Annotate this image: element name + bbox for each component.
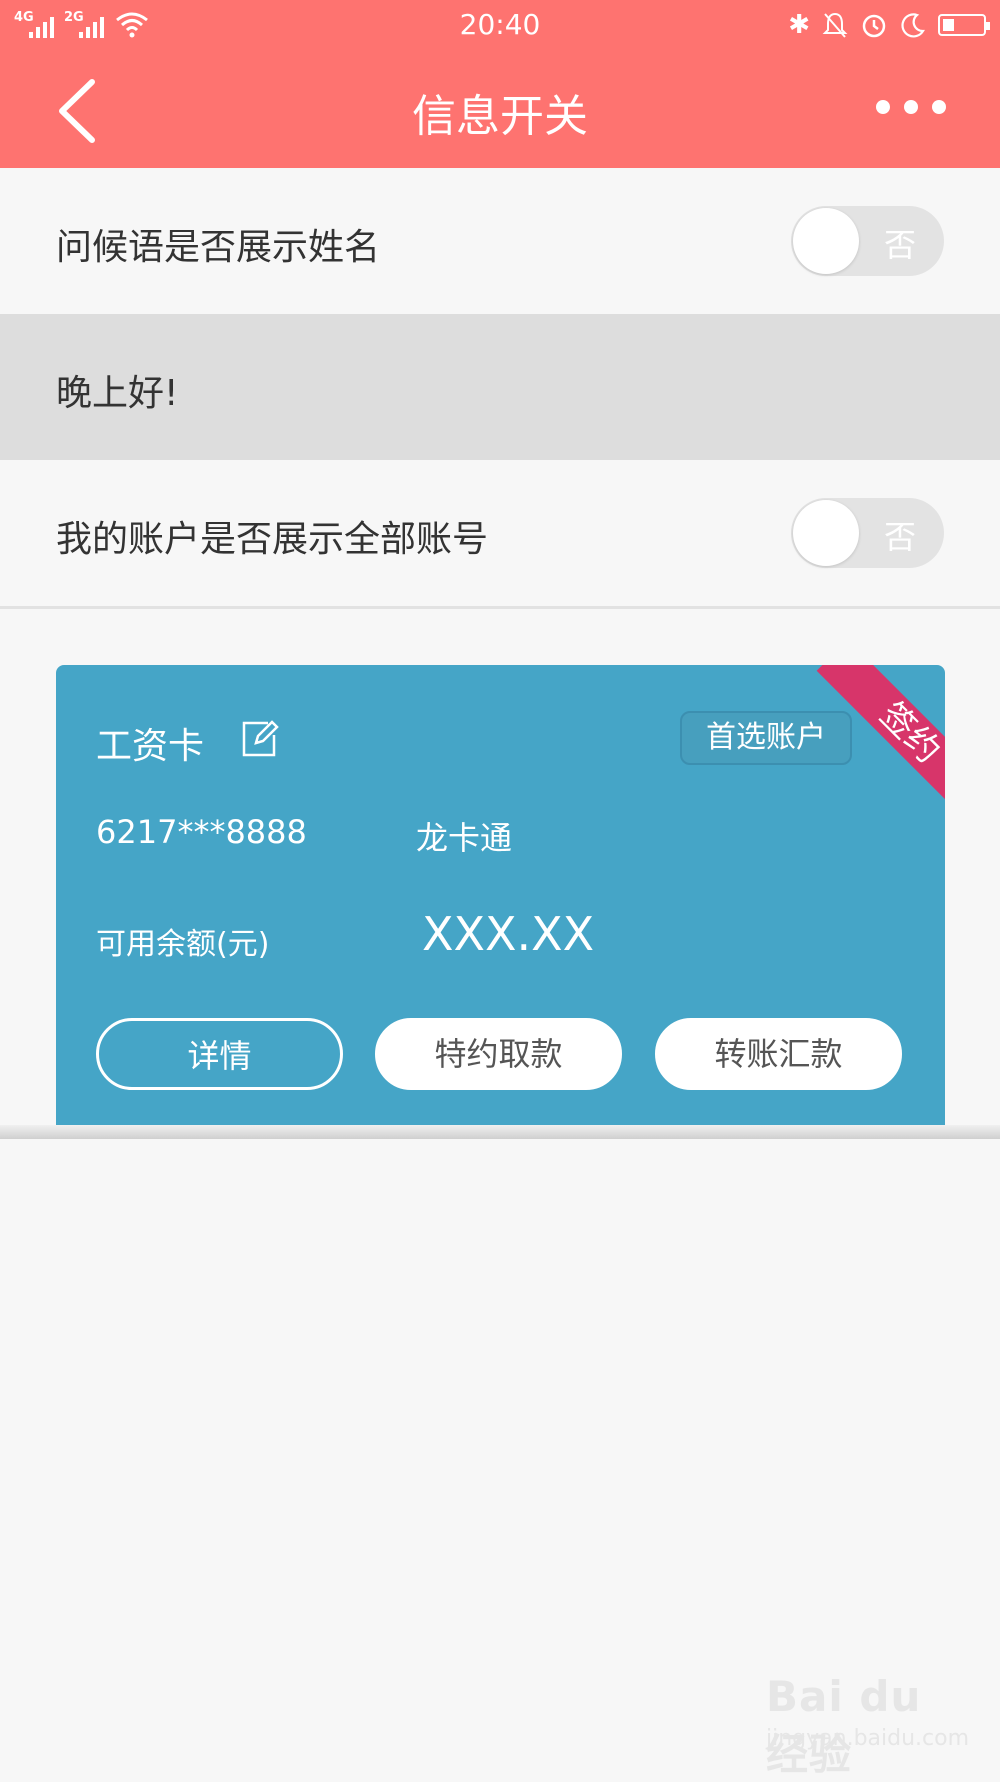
- edit-icon[interactable]: [238, 717, 280, 759]
- battery-icon: [938, 14, 990, 36]
- toggle-knob: [793, 208, 859, 274]
- details-button[interactable]: 详情: [96, 1018, 343, 1090]
- show-name-toggle[interactable]: 否: [791, 206, 944, 276]
- watermark-url: jingyan.baidu.com: [766, 1726, 970, 1751]
- bluetooth-icon: ✱: [788, 10, 810, 40]
- card-shadow-divider: [0, 1125, 1000, 1139]
- page-title: 信息开关: [412, 91, 588, 142]
- greeting-text: 晚上好!: [56, 373, 179, 414]
- divider: [0, 606, 1000, 609]
- setting-label: 问候语是否展示姓名: [56, 227, 381, 268]
- balance-label: 可用余额(元): [96, 927, 270, 962]
- setting-label: 我的账户是否展示全部账号: [56, 519, 489, 560]
- card-name: 工资卡: [96, 726, 205, 767]
- balance-value: XXX.XX: [422, 907, 595, 961]
- baidu-jingyan-watermark: Bai du 经验 jingyan.baidu.com: [766, 1666, 976, 1779]
- more-dot: [876, 100, 890, 114]
- more-dot: [932, 100, 946, 114]
- more-button[interactable]: [876, 82, 946, 132]
- transfer-button[interactable]: 转账汇款: [655, 1018, 902, 1090]
- setting-row-show-accounts: 我的账户是否展示全部账号 否: [0, 460, 1000, 606]
- preferred-account-badge: 首选账户: [680, 711, 852, 765]
- setting-row-show-name: 问候语是否展示姓名 否: [0, 168, 1000, 314]
- nav-bar: 信息开关: [0, 54, 1000, 168]
- greeting-preview: 晚上好!: [0, 314, 1000, 460]
- account-card: 签约 工资卡 首选账户 6217***8888 龙卡通 可用余额(元) XXX.…: [56, 665, 945, 1125]
- app-header: 4G 2G 20:40 ✱ 信息开关: [0, 0, 1000, 168]
- toggle-label: 否: [883, 226, 916, 264]
- show-accounts-toggle[interactable]: 否: [791, 498, 944, 568]
- toggle-knob: [793, 500, 859, 566]
- account-number: 6217***8888: [96, 813, 307, 851]
- alarm-icon: [862, 14, 886, 38]
- special-withdrawal-button[interactable]: 特约取款: [375, 1018, 622, 1090]
- toggle-label: 否: [883, 518, 916, 556]
- moon-icon: [901, 13, 925, 38]
- bell-off-icon: [822, 12, 848, 38]
- card-type: 龙卡通: [416, 819, 513, 857]
- more-dot: [904, 100, 918, 114]
- status-bar: 4G 2G 20:40 ✱: [0, 0, 1000, 54]
